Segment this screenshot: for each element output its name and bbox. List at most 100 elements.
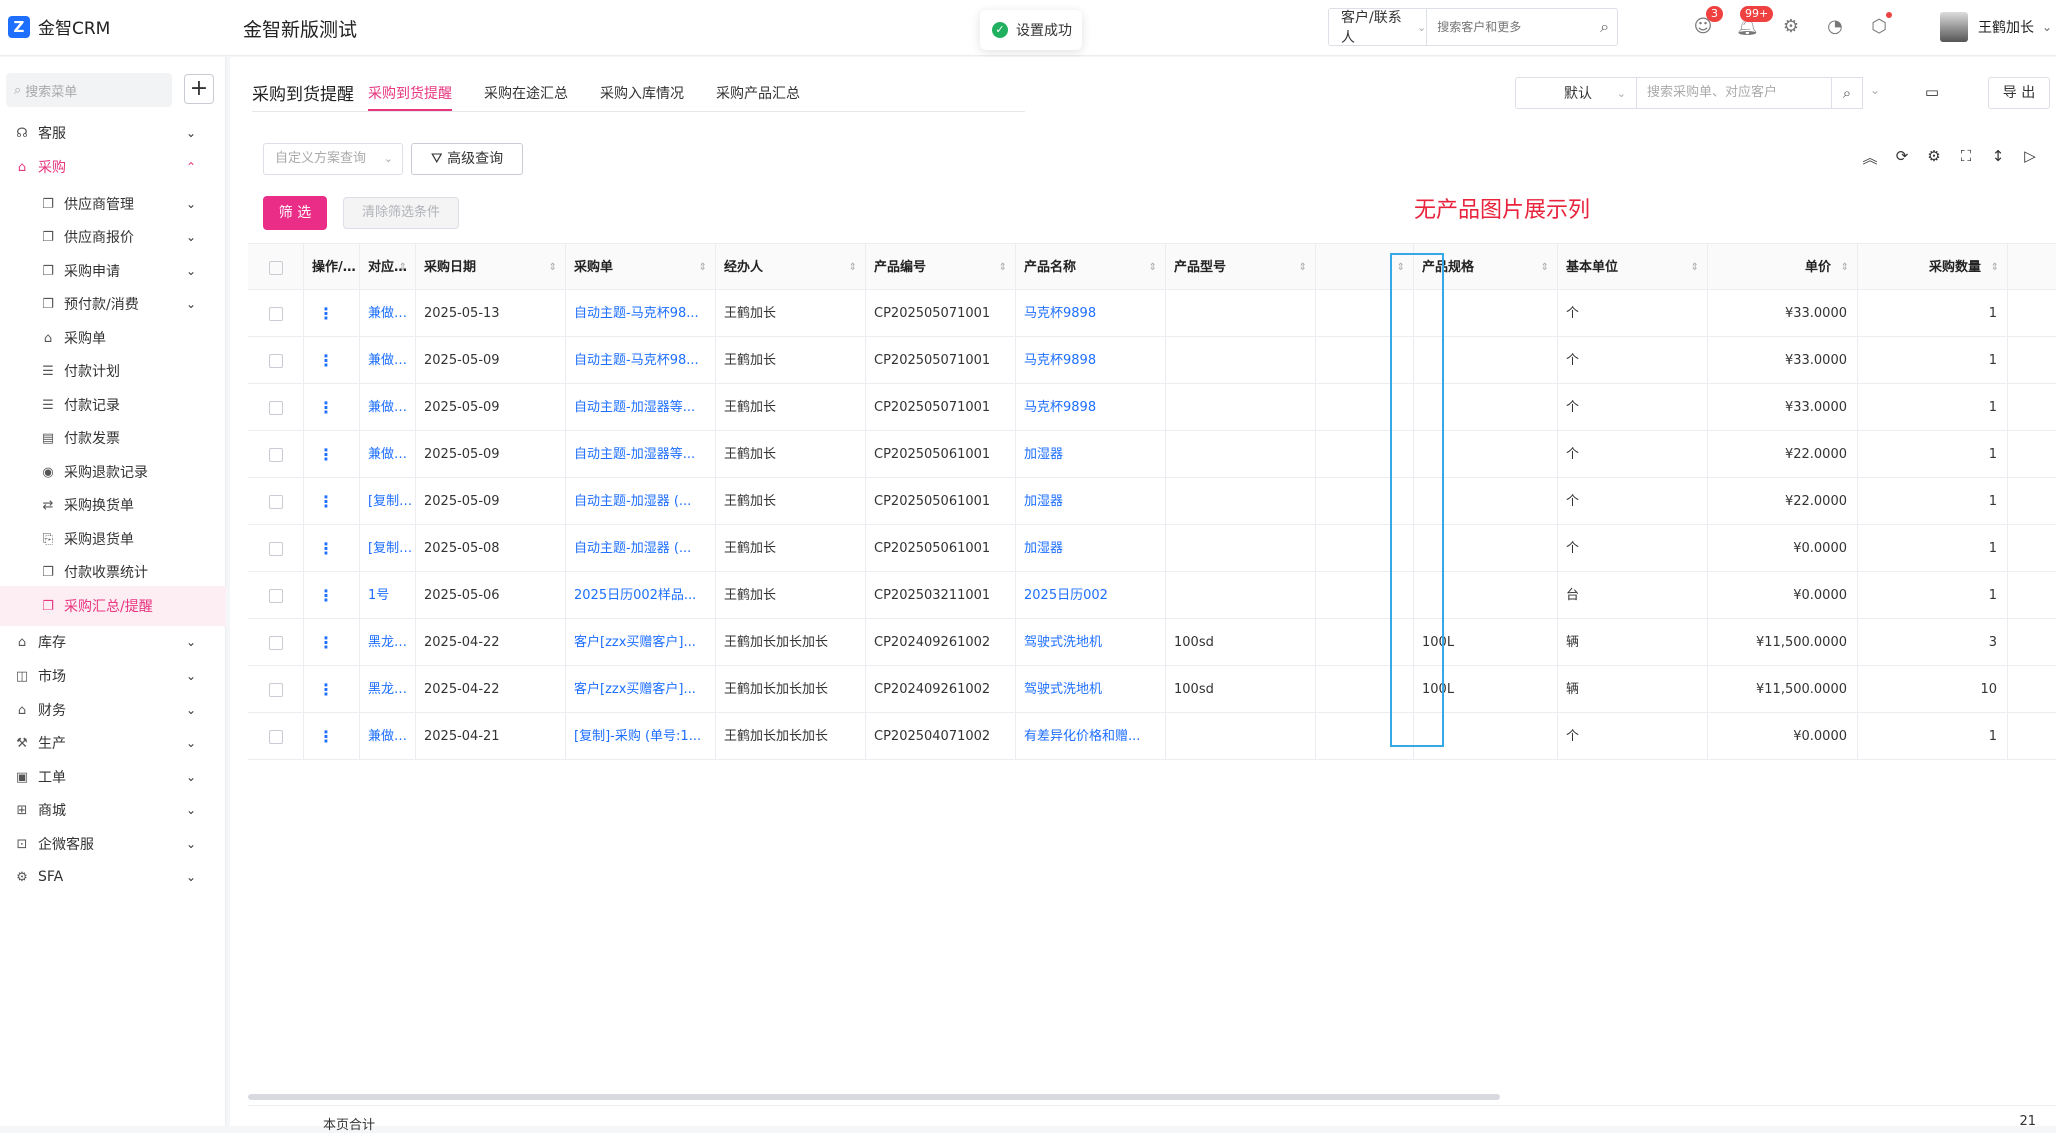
table-cell[interactable]: 兼做客户1号: [360, 290, 416, 337]
sort-icon[interactable]: ⇕: [1541, 244, 1549, 291]
table-row[interactable]: ⋮ 1号 2025-05-06 2025日历002样品... 王鹤加长 CP2025032…: [248, 572, 2056, 619]
column-header[interactable]: 经办人 ⇕: [716, 244, 866, 291]
chart-pie-icon[interactable]: ◔: [1824, 16, 1846, 38]
table-row[interactable]: ⋮[复制]-超级山丘2025-05-09自动主题-加湿器 (...王鹤加长CP2…: [248, 478, 2056, 525]
search-icon[interactable]: ⌕: [1831, 77, 1863, 109]
table-cell[interactable]: 兼做客户1号: [360, 384, 416, 431]
row-checkbox[interactable]: [268, 541, 283, 556]
sidebar-item[interactable]: ⚙ SFA ⌄: [0, 857, 226, 897]
sort-icon[interactable]: ⇕: [699, 244, 707, 291]
menu-search[interactable]: ⌕ 搜索菜单: [6, 73, 172, 107]
table-cell[interactable]: 客户[zzx买赠客户]...: [566, 666, 716, 713]
table-row[interactable]: ⋮兼做客户1号2025-05-13自动主题-马克杯98...王鹤加长CP2025…: [248, 290, 2056, 337]
table-cell[interactable]: 自动主题-马克杯98...: [566, 337, 716, 384]
table-cell[interactable]: 驾驶式洗地机: [1016, 666, 1166, 713]
app-logo[interactable]: Z 金智CRM: [8, 14, 110, 39]
table-cell[interactable]: 加湿器: [1016, 525, 1166, 572]
row-actions-menu[interactable]: ⋮: [304, 713, 360, 760]
collapse-up-icon[interactable]: ︽: [1854, 147, 1886, 168]
search-icon[interactable]: ⌕: [1592, 17, 1617, 37]
column-header[interactable]: 采购日期 ⇕: [416, 244, 566, 291]
sort-icon[interactable]: ⇕: [999, 244, 1007, 291]
tab-inbound[interactable]: 采购入库情况: [600, 83, 684, 111]
user-menu[interactable]: 王鹤加长 ⌄: [1940, 12, 2052, 42]
advanced-query-button[interactable]: ⛛ 高级查询: [411, 143, 523, 175]
table-row[interactable]: ⋮兼做客户1号2025-04-21[复制]-采购 (单号:1...王鹤加长加长加…: [248, 713, 2056, 760]
record-search-input[interactable]: 搜索采购单、对应客户: [1636, 77, 1832, 109]
row-actions-menu[interactable]: ⋮: [304, 525, 360, 572]
row-height-icon[interactable]: ↕: [1982, 147, 2014, 168]
clear-filter-button[interactable]: 清除筛选条件: [343, 197, 459, 229]
sort-icon[interactable]: ⇕: [1299, 244, 1307, 291]
column-header[interactable]: ⇕: [1316, 244, 1414, 291]
row-checkbox[interactable]: [268, 682, 283, 697]
table-row[interactable]: ⋮[复制]-超级山丘2025-05-08自动主题-加湿器 (...王鹤加长CP2…: [248, 525, 2056, 572]
table-cell[interactable]: 1号: [360, 572, 416, 619]
column-header[interactable]: 采购数量 ⇕: [1858, 244, 2008, 291]
table-cell[interactable]: 2025日历002样品...: [566, 572, 716, 619]
column-header[interactable]: 对应供应商⇕: [360, 244, 416, 291]
sort-icon[interactable]: ⇕: [1397, 244, 1405, 291]
table-row[interactable]: ⋮黑龙江五常粮油专卖2025-04-22客户[zzx买赠客户]...王鹤加长加长…: [248, 619, 2056, 666]
table-cell[interactable]: 兼做客户1号: [360, 713, 416, 760]
tab-in-transit[interactable]: 采购在途汇总: [484, 83, 568, 111]
row-checkbox[interactable]: [268, 400, 283, 415]
table-cell[interactable]: 黑龙江五常粮油专卖: [360, 619, 416, 666]
column-header[interactable]: 单价 ⇕: [1708, 244, 1858, 291]
cube-icon[interactable]: ⬡: [1868, 12, 1892, 38]
view-select[interactable]: 默认 ⌄: [1515, 77, 1637, 109]
table-cell[interactable]: 自动主题-加湿器等...: [566, 431, 716, 478]
play-circle-icon[interactable]: ▷: [2014, 147, 2046, 168]
table-cell[interactable]: 兼做客户1号: [360, 431, 416, 478]
sort-icon[interactable]: ⇕: [1841, 244, 1849, 291]
row-checkbox[interactable]: [268, 635, 283, 650]
table-cell[interactable]: 加湿器: [1016, 431, 1166, 478]
table-cell[interactable]: 加湿器: [1016, 478, 1166, 525]
table-cell[interactable]: [复制]-采购 (单号:1...: [566, 713, 716, 760]
table-cell[interactable]: 客户[zzx买赠客户]...: [566, 619, 716, 666]
table-cell[interactable]: 马克杯9898: [1016, 384, 1166, 431]
column-header[interactable]: 产品编号 ⇕: [866, 244, 1016, 291]
table-cell[interactable]: 自动主题-加湿器 (...: [566, 525, 716, 572]
row-checkbox[interactable]: [268, 494, 283, 509]
filter-button[interactable]: 筛 选: [263, 196, 327, 230]
row-actions-menu[interactable]: ⋮: [304, 431, 360, 478]
tab-product-summary[interactable]: 采购产品汇总: [716, 83, 800, 111]
row-actions-menu[interactable]: ⋮: [304, 666, 360, 713]
table-cell[interactable]: [复制]-超级山丘: [360, 525, 416, 572]
sort-icon[interactable]: ⇕: [549, 244, 557, 291]
row-checkbox[interactable]: [268, 353, 283, 368]
table-cell[interactable]: 黑龙江五常粮油专卖: [360, 666, 416, 713]
table-row[interactable]: ⋮兼做客户1号2025-05-09自动主题-加湿器等...王鹤加长CP20250…: [248, 384, 2056, 431]
sort-icon[interactable]: ⇕: [849, 244, 857, 291]
table-cell[interactable]: 马克杯9898: [1016, 290, 1166, 337]
table-cell[interactable]: 自动主题-加湿器 (...: [566, 478, 716, 525]
table-cell[interactable]: 有差异化价格和赠...: [1016, 713, 1166, 760]
column-header[interactable]: 基本单位 ⇕: [1558, 244, 1708, 291]
sort-icon[interactable]: ⇕: [1991, 244, 1999, 291]
gear-icon[interactable]: ⚙: [1918, 147, 1950, 168]
table-cell[interactable]: 2025日历002: [1016, 572, 1166, 619]
add-button[interactable]: +: [184, 74, 214, 104]
select-all-checkbox[interactable]: [268, 260, 283, 275]
sort-icon[interactable]: ⇕: [1149, 244, 1157, 291]
row-actions-menu[interactable]: ⋮: [304, 337, 360, 384]
column-header[interactable]: 产品名称 ⇕: [1016, 244, 1166, 291]
row-checkbox[interactable]: [268, 729, 283, 744]
table-row[interactable]: ⋮兼做客户1号2025-05-09自动主题-加湿器等...王鹤加长CP20250…: [248, 431, 2056, 478]
table-row[interactable]: ⋮兼做客户1号2025-05-09自动主题-马克杯98...王鹤加长CP2025…: [248, 337, 2056, 384]
gear-icon[interactable]: ⚙: [1780, 16, 1802, 38]
bell-icon[interactable]: 🔔︎ 99+: [1736, 6, 1774, 38]
sort-icon[interactable]: ⇕: [1691, 244, 1699, 291]
search-type-select[interactable]: 客户/联系人 ⌄: [1329, 9, 1428, 46]
table-row[interactable]: ⋮黑龙江五常粮油专卖2025-04-22客户[zzx买赠客户]...王鹤加长加长…: [248, 666, 2056, 713]
fullscreen-icon[interactable]: ⛶: [1950, 147, 1982, 168]
column-header[interactable]: 产品型号 ⇕: [1166, 244, 1316, 291]
table-cell[interactable]: 驾驶式洗地机: [1016, 619, 1166, 666]
row-actions-menu[interactable]: ⋮: [304, 384, 360, 431]
contacts-icon[interactable]: ☺ 3: [1692, 6, 1723, 38]
refresh-icon[interactable]: ⟳: [1886, 147, 1918, 168]
row-checkbox[interactable]: [268, 306, 283, 321]
table-cell[interactable]: 自动主题-加湿器等...: [566, 384, 716, 431]
table-cell[interactable]: 兼做客户1号: [360, 337, 416, 384]
